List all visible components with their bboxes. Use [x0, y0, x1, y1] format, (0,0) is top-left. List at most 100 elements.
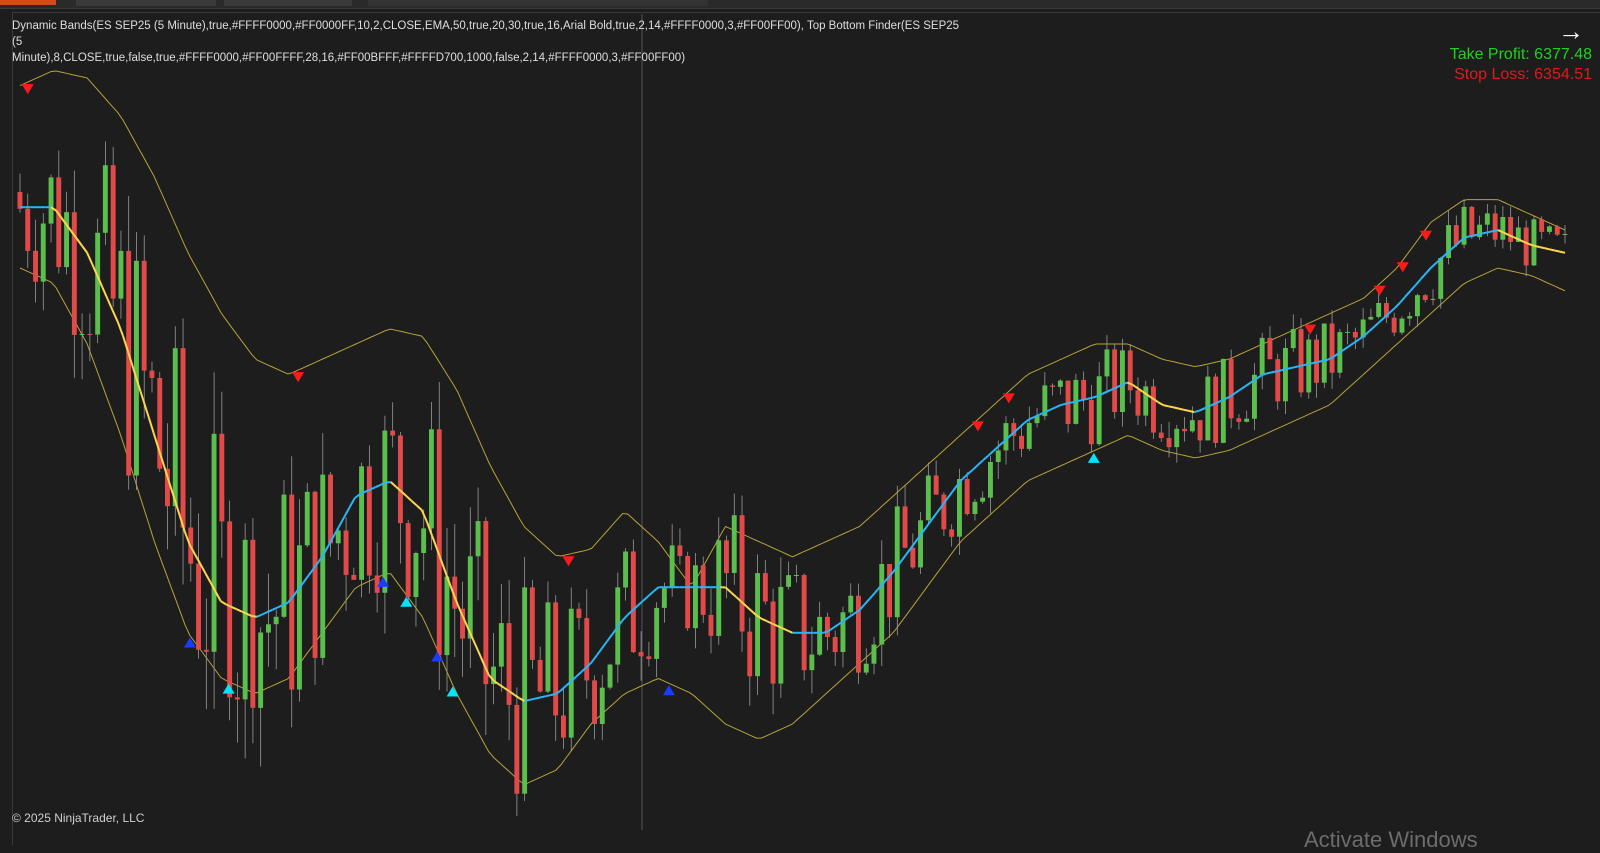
midline-segment — [1179, 409, 1184, 410]
price-chart[interactable] — [0, 0, 1600, 845]
candle-body — [530, 587, 535, 660]
candle-body — [895, 506, 900, 617]
midline-segment — [1272, 371, 1277, 372]
candle-body — [833, 637, 838, 652]
midline-segment — [1472, 235, 1477, 236]
midline-segment — [653, 587, 658, 591]
midline-segment — [1302, 364, 1307, 365]
candle-body — [445, 577, 450, 656]
midline-segment — [993, 446, 998, 451]
midline-segment — [540, 696, 545, 697]
candle-body — [227, 521, 232, 697]
candle-body — [988, 462, 993, 498]
candle-body — [1019, 436, 1024, 449]
candle-body — [747, 632, 752, 677]
candle-body — [778, 587, 783, 684]
midline-segment — [432, 536, 437, 550]
midline-segment — [1344, 346, 1349, 350]
candle-body — [1058, 381, 1063, 387]
candle-body — [856, 596, 861, 673]
candle-body — [1112, 349, 1117, 412]
midline-segment — [973, 465, 978, 470]
candle-body — [592, 680, 597, 724]
candle-body — [802, 575, 807, 670]
candle-body — [72, 212, 77, 335]
candle-body — [1485, 213, 1490, 224]
candle-body — [103, 165, 108, 233]
candle-body — [1400, 319, 1405, 333]
candle-body — [33, 251, 38, 282]
midline-segment — [252, 616, 257, 617]
midline-segment — [1441, 254, 1446, 259]
midline-segment — [1555, 251, 1560, 252]
candle-body — [1376, 303, 1381, 317]
midline-segment — [267, 610, 272, 612]
midline-segment — [1297, 365, 1302, 366]
midline-segment — [473, 640, 478, 652]
candle-body — [794, 575, 799, 576]
candle-body — [235, 697, 240, 699]
midline-segment — [1313, 362, 1318, 363]
candle-body — [258, 633, 263, 708]
midline-segment — [597, 648, 602, 655]
top-marker-triangle — [972, 421, 984, 431]
candle-body — [328, 475, 333, 544]
midline-segment — [1416, 279, 1421, 285]
candle-body — [359, 466, 364, 580]
midline-segment — [1184, 410, 1189, 411]
midline-segment — [1199, 408, 1204, 410]
candle-body — [1190, 420, 1195, 431]
midline-segment — [108, 299, 113, 311]
candle-body — [212, 434, 217, 652]
candle-body — [755, 573, 760, 676]
midline-segment — [205, 573, 210, 582]
candle-body — [763, 573, 768, 601]
candle-body — [740, 515, 745, 631]
candle-body — [344, 531, 349, 575]
candle-body — [243, 540, 248, 700]
candle-body — [1159, 433, 1164, 438]
midline-segment — [530, 699, 535, 700]
top-marker-triangle — [292, 372, 304, 382]
midline-segment — [1235, 389, 1240, 393]
candle-body — [1431, 299, 1436, 300]
midline-segment — [1169, 406, 1174, 407]
midline-segment — [535, 698, 540, 699]
candle-body — [282, 495, 287, 617]
top-marker-triangle — [1374, 286, 1386, 296]
midline-segment — [1174, 407, 1179, 408]
midline-segment — [592, 655, 597, 662]
midline-segment — [968, 470, 973, 475]
candle-body — [1539, 219, 1544, 232]
candle-body — [1105, 349, 1110, 376]
candle-body — [600, 688, 605, 724]
midline-segment — [1055, 405, 1060, 407]
candle-body — [623, 552, 628, 588]
candle-body — [693, 565, 698, 628]
midline-segment — [1050, 408, 1055, 410]
candle-body — [1260, 338, 1265, 375]
midline-segment — [138, 385, 143, 401]
midline-segment — [303, 576, 308, 583]
midline-segment — [375, 485, 380, 487]
candle-body — [1275, 359, 1280, 401]
candle-body — [95, 233, 100, 335]
take-profit-label: Take Profit: 6377.48 — [1450, 46, 1592, 64]
candle-body — [1198, 420, 1203, 440]
top-marker-triangle — [1003, 393, 1015, 403]
candle-body — [390, 431, 395, 436]
candle-body — [662, 588, 667, 608]
candle-body — [538, 660, 543, 692]
midline-segment — [1102, 392, 1107, 394]
candle-body — [724, 540, 729, 573]
midline-segment — [1308, 363, 1313, 364]
candle-body — [1555, 226, 1560, 234]
midline-segment — [911, 541, 916, 548]
arrow-right-icon[interactable]: → — [1558, 18, 1584, 44]
midline-segment — [623, 615, 628, 621]
candle-body — [1423, 295, 1428, 300]
midline-segment — [952, 485, 957, 492]
midline-segment — [262, 612, 267, 614]
bottom-marker-triangle — [400, 597, 412, 607]
midline-segment — [339, 517, 344, 526]
